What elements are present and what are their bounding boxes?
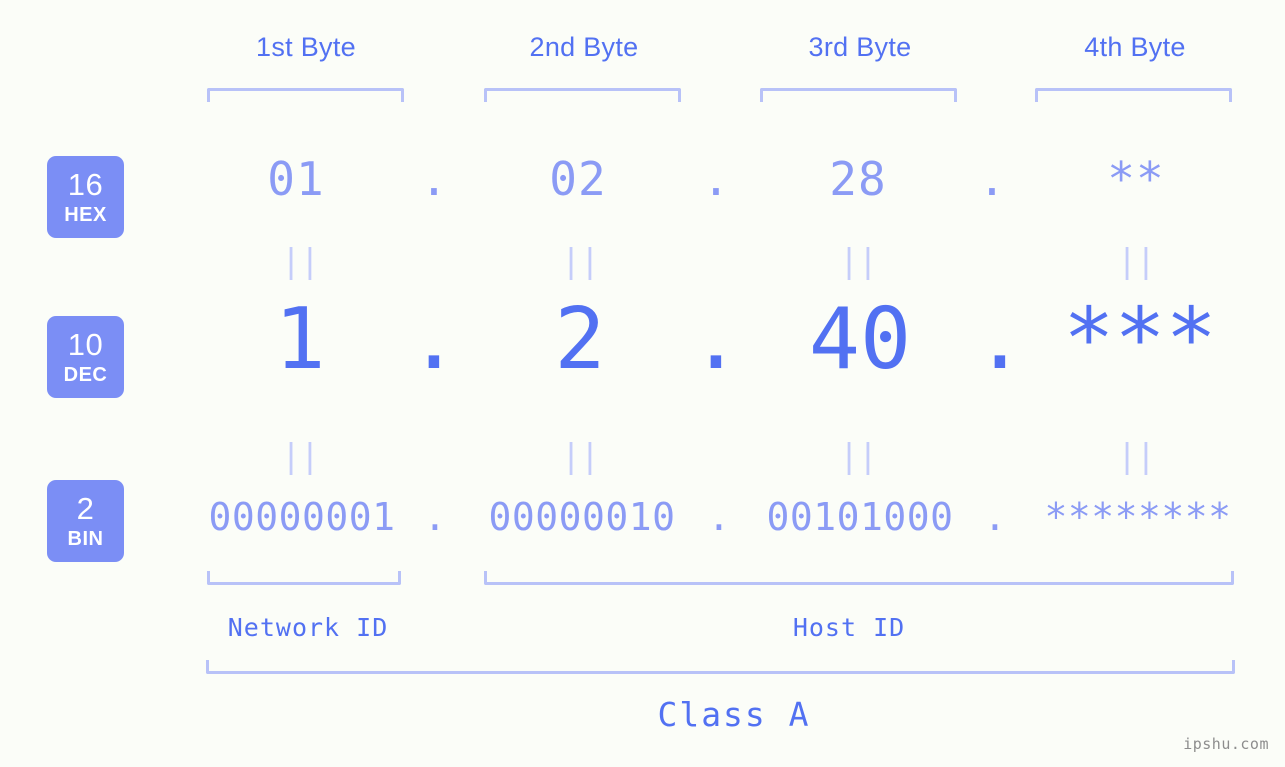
- equality-connector-hex-dec-4: ||: [1117, 241, 1156, 280]
- hex-octet-1: 01: [267, 152, 325, 206]
- byte-header-1: 1st Byte: [256, 32, 356, 62]
- equality-connector-hex-dec-2: ||: [561, 241, 600, 280]
- byte-bracket-4: [1035, 88, 1232, 102]
- bin-separator-1: .: [423, 495, 447, 539]
- host-id-bracket: [484, 571, 1234, 585]
- base-badge-bin-unit: BIN: [67, 528, 104, 550]
- class-label: Class A: [657, 695, 811, 734]
- equality-connector-dec-bin-4: ||: [1117, 436, 1156, 475]
- byte-header-3: 3rd Byte: [808, 32, 912, 62]
- hex-separator-3: .: [978, 152, 1006, 206]
- dec-octet-3: 40: [808, 290, 912, 389]
- equality-connector-hex-dec-3: ||: [839, 241, 878, 280]
- byte-header-2: 2nd Byte: [529, 32, 639, 62]
- hex-separator-2: .: [702, 152, 730, 206]
- hex-octet-4: **: [1107, 152, 1165, 206]
- dec-octet-1: 1: [274, 290, 326, 389]
- base-badge-hex-number: 16: [67, 167, 104, 202]
- ip-address-breakdown-diagram: 1st Byte 2nd Byte 3rd Byte 4th Byte 16 H…: [0, 0, 1285, 767]
- host-id-label: Host ID: [792, 613, 906, 642]
- equality-connector-hex-dec-1: ||: [281, 241, 320, 280]
- hex-octet-3: 28: [829, 152, 887, 206]
- bin-octet-2: 00000010: [488, 495, 676, 539]
- base-badge-dec-number: 10: [67, 327, 104, 362]
- equality-connector-dec-bin-2: ||: [561, 436, 600, 475]
- class-bracket: [206, 660, 1235, 674]
- equality-connector-dec-bin-1: ||: [281, 436, 320, 475]
- bin-separator-3: .: [983, 495, 1007, 539]
- base-badge-bin-number: 2: [76, 491, 95, 526]
- byte-bracket-1: [207, 88, 404, 102]
- base-badge-hex: 16 HEX: [47, 156, 124, 238]
- site-watermark: ipshu.com: [1183, 735, 1269, 753]
- network-id-label: Network ID: [227, 613, 389, 642]
- byte-bracket-2: [484, 88, 681, 102]
- bin-octet-4: ********: [1044, 495, 1232, 539]
- base-badge-hex-unit: HEX: [64, 204, 107, 226]
- byte-bracket-3: [760, 88, 957, 102]
- bin-separator-2: .: [707, 495, 731, 539]
- dec-separator-3: .: [974, 290, 1026, 389]
- dec-separator-1: .: [408, 290, 460, 389]
- network-id-bracket: [207, 571, 401, 585]
- base-badge-dec-unit: DEC: [63, 364, 108, 386]
- base-badge-dec: 10 DEC: [47, 316, 124, 398]
- bin-octet-1: 00000001: [208, 495, 396, 539]
- dec-octet-4: ***: [1063, 290, 1217, 389]
- equality-connector-dec-bin-3: ||: [839, 436, 878, 475]
- dec-separator-2: .: [690, 290, 742, 389]
- byte-header-4: 4th Byte: [1084, 32, 1186, 62]
- hex-separator-1: .: [420, 152, 448, 206]
- hex-octet-2: 02: [549, 152, 607, 206]
- bin-octet-3: 00101000: [766, 495, 954, 539]
- base-badge-bin: 2 BIN: [47, 480, 124, 562]
- dec-octet-2: 2: [554, 290, 606, 389]
